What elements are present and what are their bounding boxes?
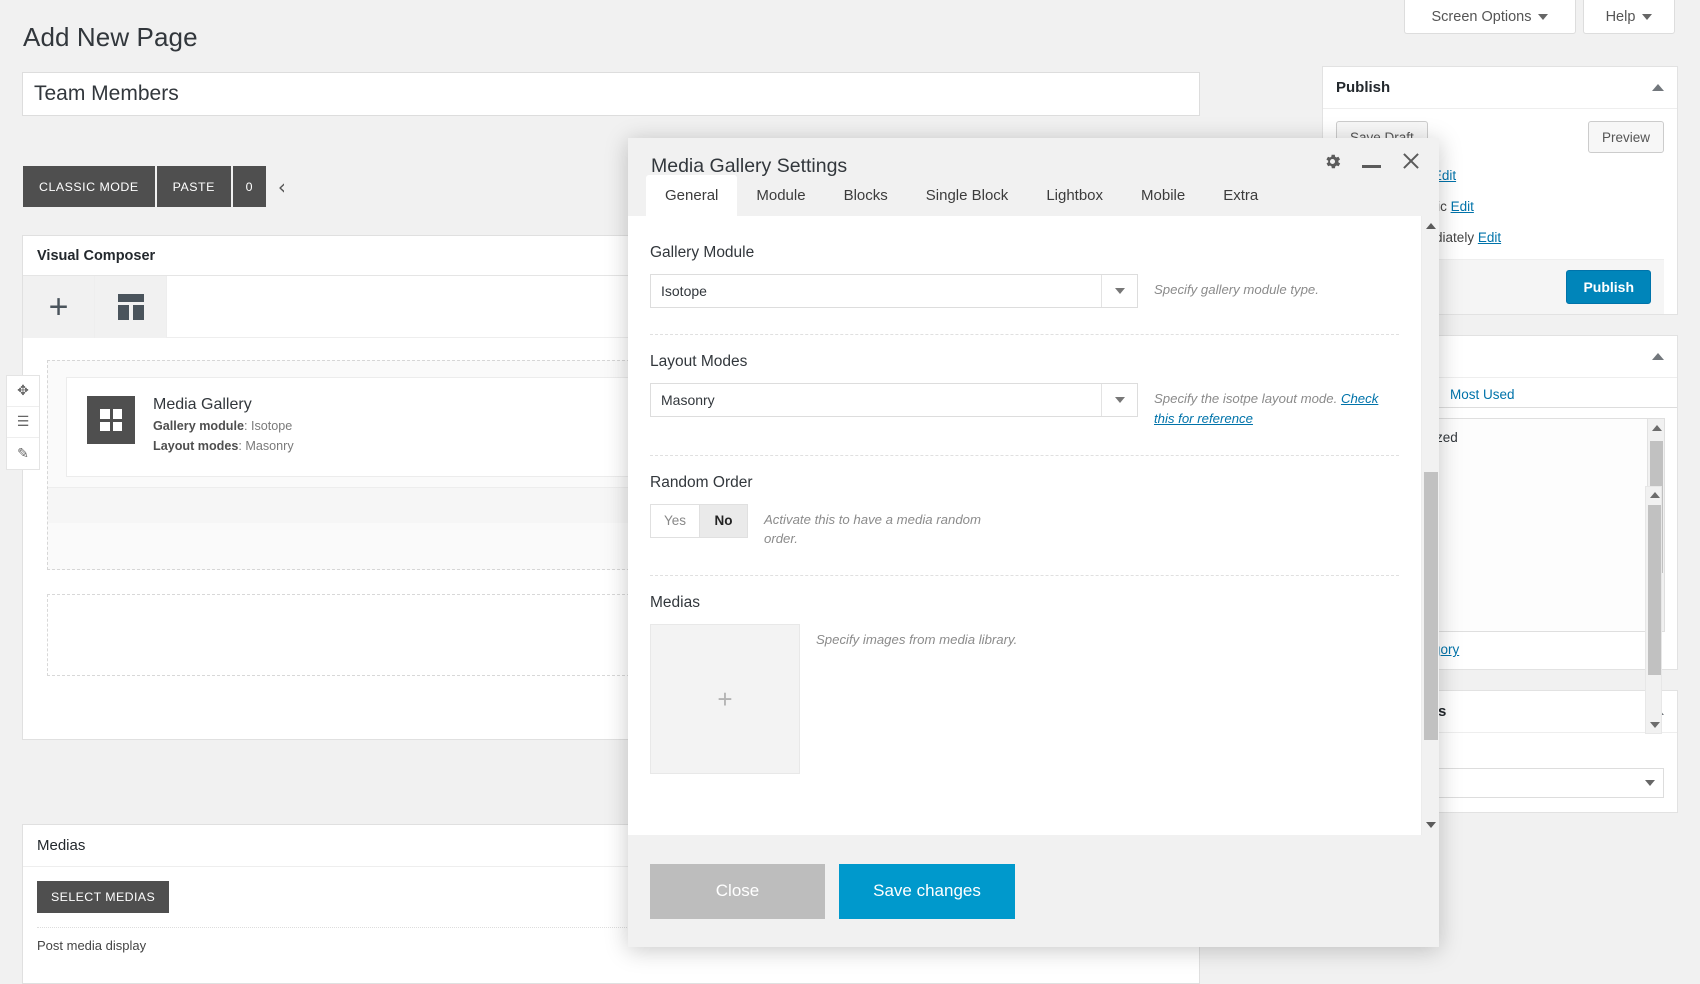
field-gallery-module: Gallery Module Isotope Specify gallery m… [650,226,1399,335]
meta-label: Gallery module [153,419,244,433]
hint-text: Activate this to have a media random ord… [764,511,981,547]
modal-scroll-area: Gallery Module Isotope Specify gallery m… [628,216,1421,835]
publish-metabox-header: Publish [1323,67,1677,109]
hint-text: Specify images from media library. [816,632,1018,648]
paste-button[interactable]: PASTE [156,166,231,207]
scroll-up-icon[interactable] [1650,492,1660,498]
chevron-down-icon [1645,780,1655,786]
modal-scrollbar[interactable] [1421,216,1439,835]
help-label: Help [1605,8,1636,25]
tab-single-block[interactable]: Single Block [907,175,1028,216]
field-hint: Specify gallery module type. [1154,274,1319,300]
save-changes-button[interactable]: Save changes [839,863,1015,919]
modal-header: Media Gallery Settings General Module Bl… [628,138,1439,216]
chevron-up-icon[interactable] [1652,84,1664,91]
tab-blocks[interactable]: Blocks [825,175,907,216]
close-icon[interactable] [1401,151,1421,171]
chevron-up-icon[interactable] [1652,353,1664,360]
modal-footer: Close Save changes [628,835,1439,947]
scroll-down-icon[interactable] [1426,822,1436,828]
gear-icon[interactable] [1323,152,1342,171]
chevron-down-icon [1101,384,1137,416]
field-random-order: Random Order Yes No Activate this to hav… [650,456,1399,577]
layout-modes-value: Masonry [661,392,715,408]
screen-options-button[interactable]: Screen Options [1404,0,1576,34]
field-label: Gallery Module [650,244,755,261]
tab-mobile[interactable]: Mobile [1122,175,1204,216]
vc-row-controls: ✥ ☰ ✎ [6,375,40,470]
toggle-option-no[interactable]: No [699,504,747,537]
move-icon[interactable]: ✥ [7,376,39,407]
post-title-value: Team Members [34,82,179,105]
meta-value: Masonry [245,438,294,453]
paste-count-badge: 0 [232,166,266,207]
close-button[interactable]: Close [650,863,825,919]
layout-template-icon [116,294,146,320]
field-hint: Activate this to have a media random ord… [764,504,994,550]
templates-button[interactable] [95,276,167,338]
field-hint: Specify the isotpe layout mode. Check th… [1154,383,1384,429]
plus-icon: + [717,683,733,714]
publish-button[interactable]: Publish [1566,270,1651,304]
gallery-module-select[interactable]: Isotope [650,274,1138,308]
add-element-button[interactable]: + [23,276,95,338]
field-layout-modes: Layout Modes Masonry Specify the isotpe … [650,335,1399,456]
media-gallery-settings-modal: Media Gallery Settings General Module Bl… [628,138,1439,947]
layout-modes-select[interactable]: Masonry [650,383,1138,417]
gallery-module-value: Isotope [661,283,707,299]
field-label: Medias [650,594,700,612]
scroll-up-icon[interactable] [1652,425,1662,431]
media-gallery-icon [87,396,135,444]
element-meta-gallery-module: Gallery module: Isotope [153,419,293,433]
scrollbar-thumb[interactable] [1424,472,1438,740]
hint-text: Specify gallery module type. [1154,282,1319,297]
tab-module[interactable]: Module [737,175,824,216]
field-hint: Specify images from media library. [816,624,1017,650]
columns-icon[interactable]: ☰ [7,407,39,438]
select-medias-button[interactable]: SELECT MEDIAS [37,881,170,913]
plus-icon: + [48,288,69,326]
meta-value: Isotope [251,419,293,433]
add-media-button[interactable]: + [650,624,800,775]
chevron-down-icon [1538,13,1549,20]
preview-button[interactable]: Preview [1587,121,1664,153]
edit-schedule-link[interactable]: Edit [1478,230,1501,245]
vc-mode-bar: CLASSIC MODE PASTE 0 ‹ [23,166,286,207]
tab-general[interactable]: General [646,175,738,216]
post-title-input[interactable]: Team Members [22,72,1200,116]
collapse-toggle-icon[interactable]: ‹ [278,166,286,207]
page-scrollbar[interactable] [1645,486,1662,734]
toggle-option-yes[interactable]: Yes [651,504,699,537]
modal-header-actions [1323,151,1421,171]
screen-options-label: Screen Options [1431,8,1532,25]
modal-tabs: General Module Blocks Single Block Light… [646,175,1277,216]
edit-visibility-link[interactable]: Edit [1451,199,1474,214]
help-button[interactable]: Help [1583,0,1675,34]
edit-pencil-icon[interactable]: ✎ [7,438,39,469]
meta-label: Layout modes [153,438,239,453]
scroll-up-icon[interactable] [1426,223,1436,229]
tab-extra[interactable]: Extra [1204,175,1277,216]
admin-topbar: Screen Options Help [0,0,1700,36]
random-order-toggle[interactable]: Yes No [650,503,748,538]
scrollbar-thumb[interactable] [1648,505,1661,675]
field-medias: Medias + Specify images from media libra… [650,576,1399,775]
tab-lightbox[interactable]: Lightbox [1027,175,1122,216]
scroll-down-icon[interactable] [1650,722,1660,728]
classic-mode-button[interactable]: CLASSIC MODE [23,166,155,207]
element-name: Media Gallery [153,396,252,413]
element-meta-layout-modes: Layout modes: Masonry [153,438,294,453]
modal-body: Gallery Module Isotope Specify gallery m… [628,216,1439,835]
page-title: Add New Page [23,22,198,52]
publish-metabox-title: Publish [1336,79,1391,96]
field-label: Random Order [650,473,753,491]
field-label: Layout Modes [650,353,748,370]
tab-most-used[interactable]: Most Used [1439,379,1526,408]
hint-text: Specify the isotpe layout mode. [1154,391,1338,406]
minimize-icon[interactable] [1362,154,1381,168]
chevron-down-icon [1642,13,1653,20]
chevron-down-icon [1101,275,1137,307]
